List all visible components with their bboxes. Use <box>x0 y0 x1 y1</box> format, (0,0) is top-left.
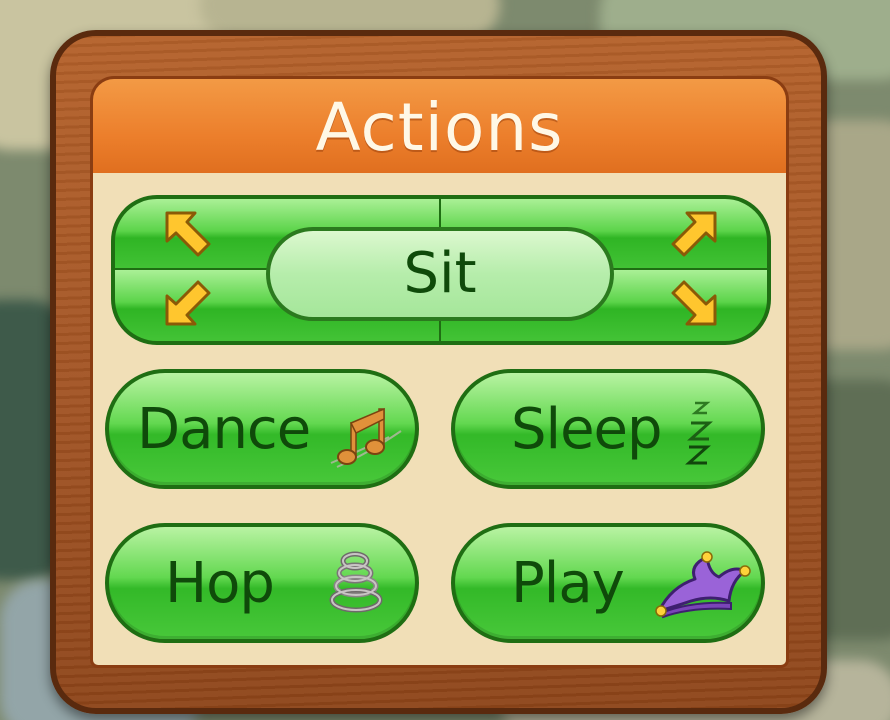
actions-body: Sit Dance Sleep Hop Play <box>90 173 789 668</box>
music-notes-icon <box>330 407 402 468</box>
jester-hat-icon <box>655 551 751 619</box>
arrow-up-right-icon <box>671 211 717 257</box>
sit-control: Sit <box>111 195 771 345</box>
arrow-down-left-icon <box>165 280 211 326</box>
panel-title: Actions <box>315 89 564 166</box>
actions-header: Actions <box>90 76 789 173</box>
actions-panel: Actions Sit Dance Sleep Hop Play <box>50 30 827 714</box>
dance-label: Dance <box>137 397 311 462</box>
spring-icon <box>329 551 383 613</box>
sleep-button[interactable]: Sleep <box>451 369 765 489</box>
zzz-icon <box>685 401 713 465</box>
hop-button[interactable]: Hop <box>105 523 419 643</box>
play-button[interactable]: Play <box>451 523 765 643</box>
dance-button[interactable]: Dance <box>105 369 419 489</box>
arrow-down-right-icon <box>671 280 717 326</box>
sit-label: Sit <box>403 241 477 306</box>
play-label: Play <box>511 551 625 616</box>
sit-button[interactable]: Sit <box>266 227 614 321</box>
arrow-up-left-icon <box>165 211 211 257</box>
sleep-label: Sleep <box>511 397 663 462</box>
hop-label: Hop <box>165 551 275 616</box>
